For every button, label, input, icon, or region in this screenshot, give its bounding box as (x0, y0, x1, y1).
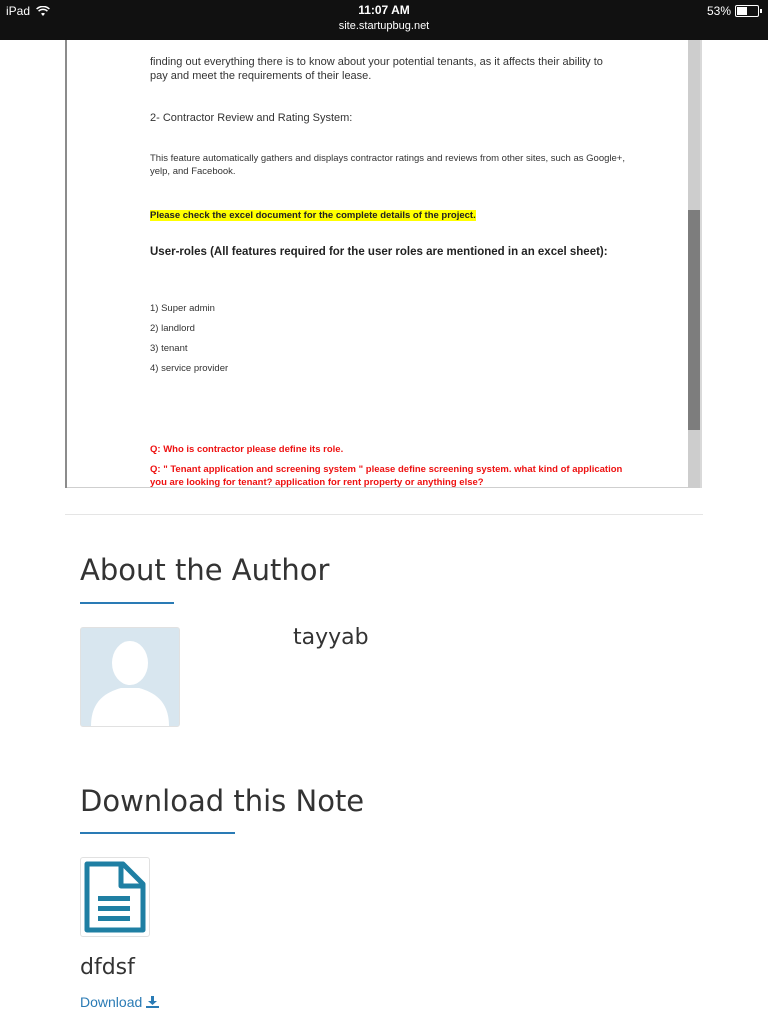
note-file-thumbnail[interactable] (80, 857, 150, 937)
role-item: 2) landlord (150, 323, 195, 334)
document-viewer[interactable]: finding out everything there is to know … (65, 40, 702, 488)
role-item: 4) service provider (150, 363, 229, 374)
viewer-scroll-thumb[interactable] (688, 210, 700, 430)
doc-question-screening: Q: " Tenant application and screening sy… (150, 464, 623, 488)
highlight-text: Please check the excel document for the … (150, 210, 476, 221)
download-label: Download (80, 994, 143, 1010)
doc-roles-heading: User-roles (All features required for th… (150, 246, 608, 258)
doc-paragraph-contractor: This feature automatically gathers and d… (150, 153, 625, 177)
download-note-heading: Download this Note (80, 784, 365, 818)
clock: 11:07 AM (358, 3, 410, 17)
download-icon (146, 996, 160, 1008)
avatar-placeholder-icon (81, 628, 179, 726)
status-bar-center: 11:07 AM site.startupbug.net (0, 3, 768, 34)
note-file-name: dfdsf (80, 955, 135, 980)
battery-percent: 53% (706, 4, 731, 18)
heading-underline (80, 832, 235, 834)
author-name[interactable]: tayyab (293, 625, 369, 650)
viewer-scrollbar[interactable] (688, 40, 700, 488)
download-link[interactable]: Download (80, 994, 160, 1010)
doc-paragraph-tenants: finding out everything there is to know … (150, 56, 603, 82)
address-url[interactable]: site.startupbug.net (0, 18, 768, 34)
battery-fill (737, 7, 747, 15)
role-item: 3) tenant (150, 343, 188, 354)
about-author-heading: About the Author (80, 553, 330, 587)
battery-nub (760, 9, 762, 13)
document-icon (84, 861, 146, 933)
doc-highlight-note: Please check the excel document for the … (150, 205, 476, 223)
status-bar: iPad 11:07 AM site.startupbug.net 53% (0, 0, 768, 40)
battery-icon (735, 5, 759, 17)
author-avatar (80, 627, 180, 727)
role-item: 1) Super admin (150, 303, 215, 314)
doc-heading-contractor: 2- Contractor Review and Rating System: (150, 112, 353, 124)
document-page: finding out everything there is to know … (67, 40, 688, 488)
section-divider (65, 514, 703, 515)
doc-question-contractor: Q: Who is contractor please define its r… (150, 444, 344, 455)
heading-underline (80, 602, 174, 604)
status-bar-right: 53% (707, 4, 762, 18)
